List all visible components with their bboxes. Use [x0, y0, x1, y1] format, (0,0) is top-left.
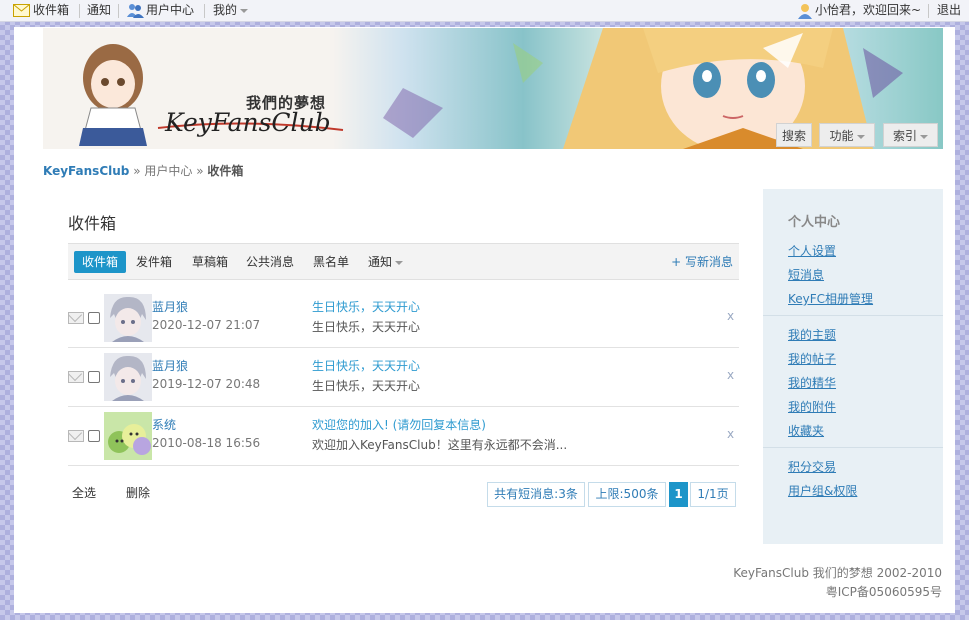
tab-outbox[interactable]: 发件箱 — [136, 251, 172, 273]
message-checkbox[interactable] — [88, 312, 100, 324]
users-icon — [127, 4, 144, 18]
delete-message-icon[interactable]: x — [727, 427, 734, 441]
divider — [118, 4, 119, 18]
tab-inbox[interactable]: 收件箱 — [74, 251, 127, 273]
message-row: 蓝月狼 2019-12-07 20:48 生日快乐，天天开心 生日快乐，天天开心… — [68, 348, 739, 407]
chevron-down-icon — [856, 134, 865, 139]
message-subject[interactable]: 欢迎您的加入! (请勿回复本信息) — [312, 416, 486, 433]
sidebar-divider — [763, 447, 943, 448]
breadcrumb-home[interactable]: KeyFansClub — [43, 164, 129, 178]
sender-name[interactable]: 蓝月狼 — [152, 298, 188, 315]
topbar-usercenter-link[interactable]: 用户中心 — [146, 0, 194, 22]
functions-label: 功能 — [829, 129, 854, 143]
topbar-notify-link[interactable]: 通知 — [87, 0, 111, 22]
sidebar-divider — [763, 315, 943, 316]
footer-copyright: KeyFansClub 我们的梦想 2002-2010 — [733, 566, 942, 580]
footer-icp: 粤ICP备05060595号 — [825, 585, 942, 599]
page-container: 我們的夢想 KeyFansClub 搜索 功能 索引 KeyFansClub »… — [14, 27, 955, 613]
message-tabs: 收件箱 发件箱 草稿箱 公共消息 黑名单 通知 + 写新消息 — [68, 243, 739, 280]
sidebar-item-credits[interactable]: 积分交易 — [788, 458, 836, 475]
index-label: 索引 — [892, 129, 917, 143]
avatar[interactable] — [104, 353, 152, 401]
pager-limit: 上限:500条 — [588, 482, 666, 507]
page-title: 收件箱 — [68, 214, 117, 233]
avatar[interactable] — [104, 412, 152, 460]
divider — [928, 4, 929, 18]
delete-message-icon[interactable]: x — [727, 368, 734, 382]
banner-index-button[interactable]: 索引 — [883, 123, 938, 147]
message-row: 蓝月狼 2020-12-07 21:07 生日快乐，天天开心 生日快乐，天天开心… — [68, 289, 739, 348]
tab-blacklist[interactable]: 黑名单 — [313, 251, 349, 273]
divider — [79, 4, 80, 18]
message-subject[interactable]: 生日快乐，天天开心 — [312, 357, 420, 374]
sidebar-item-digest[interactable]: 我的精华 — [788, 374, 836, 391]
breadcrumb-current: 收件箱 — [207, 164, 244, 178]
message-date: 2010-08-18 16:56 — [152, 436, 261, 450]
breadcrumb-sep: » — [196, 164, 204, 178]
pager-pages: 1/1页 — [690, 482, 736, 507]
user-icon — [798, 4, 812, 19]
sidebar-item-usergroup[interactable]: 用户组&权限 — [788, 482, 857, 499]
top-bar: 收件箱 通知 用户中心 我的 小怡君，欢迎回来~ 退出 — [0, 0, 969, 22]
pager-current-page[interactable]: 1 — [669, 482, 688, 507]
sidebar-item-messages[interactable]: 短消息 — [788, 266, 824, 283]
sidebar-item-threads[interactable]: 我的主题 — [788, 326, 836, 343]
message-row: 系统 2010-08-18 16:56 欢迎您的加入! (请勿回复本信息) 欢迎… — [68, 407, 739, 466]
tab-drafts[interactable]: 草稿箱 — [192, 251, 228, 273]
sidebar-item-attachments[interactable]: 我的附件 — [788, 398, 836, 415]
divider — [204, 4, 205, 18]
envelope-icon — [13, 4, 30, 17]
sidebar-item-settings[interactable]: 个人设置 — [788, 242, 836, 259]
envelope-read-icon — [68, 430, 84, 442]
message-preview: 生日快乐，天天开心 — [312, 320, 421, 334]
delete-selected-button[interactable]: 删除 — [126, 484, 150, 501]
chevron-down-icon — [920, 134, 928, 139]
tab-notify[interactable]: 通知 — [368, 251, 404, 273]
banner-functions-button[interactable]: 功能 — [819, 123, 875, 147]
message-checkbox[interactable] — [88, 430, 100, 442]
pager-total: 共有短消息:3条 — [487, 482, 585, 507]
compose-message-link[interactable]: + 写新消息 — [671, 251, 733, 273]
banner-search-button[interactable]: 搜索 — [776, 123, 812, 147]
message-date: 2019-12-07 20:48 — [152, 377, 261, 391]
logout-link[interactable]: 退出 — [937, 0, 961, 22]
topbar-inbox-link[interactable]: 收件箱 — [33, 0, 69, 22]
sidebar-heading: 个人中心 — [788, 215, 841, 230]
delete-message-icon[interactable]: x — [727, 309, 734, 323]
banner-logo: KeyFansClub — [165, 108, 331, 137]
sidebar: 个人中心 个人设置 短消息 KeyFC相册管理 我的主题 我的帖子 我的精华 我… — [763, 189, 943, 544]
topbar-mine-label: 我的 — [213, 3, 238, 17]
envelope-read-icon — [68, 371, 84, 383]
sidebar-item-favorites[interactable]: 收藏夹 — [788, 422, 824, 439]
breadcrumb-sep: » — [133, 164, 141, 178]
site-banner: 我們的夢想 KeyFansClub 搜索 功能 索引 — [43, 28, 943, 149]
envelope-read-icon — [68, 312, 84, 324]
chevron-down-icon — [240, 8, 249, 13]
topbar-mine-menu[interactable]: 我的 — [213, 0, 249, 22]
breadcrumb-usercenter[interactable]: 用户中心 — [144, 164, 192, 178]
message-checkbox[interactable] — [88, 371, 100, 383]
breadcrumb: KeyFansClub » 用户中心 » 收件箱 — [43, 162, 243, 179]
tab-public[interactable]: 公共消息 — [246, 251, 294, 273]
message-subject[interactable]: 生日快乐，天天开心 — [312, 298, 420, 315]
message-preview: 欢迎加入KeyFansClub！这里有永远都不会消... — [312, 438, 568, 452]
message-preview: 生日快乐，天天开心 — [312, 379, 421, 393]
message-date: 2020-12-07 21:07 — [152, 318, 261, 332]
avatar[interactable] — [104, 294, 152, 342]
sender-name[interactable]: 蓝月狼 — [152, 357, 188, 374]
sidebar-item-album[interactable]: KeyFC相册管理 — [788, 290, 873, 307]
sidebar-item-posts[interactable]: 我的帖子 — [788, 350, 836, 367]
chevron-down-icon — [395, 260, 404, 265]
welcome-text: 小怡君，欢迎回来~ — [815, 3, 922, 17]
select-all-button[interactable]: 全选 — [72, 484, 96, 501]
tab-notify-label: 通知 — [368, 255, 393, 269]
sender-name[interactable]: 系统 — [152, 416, 176, 433]
